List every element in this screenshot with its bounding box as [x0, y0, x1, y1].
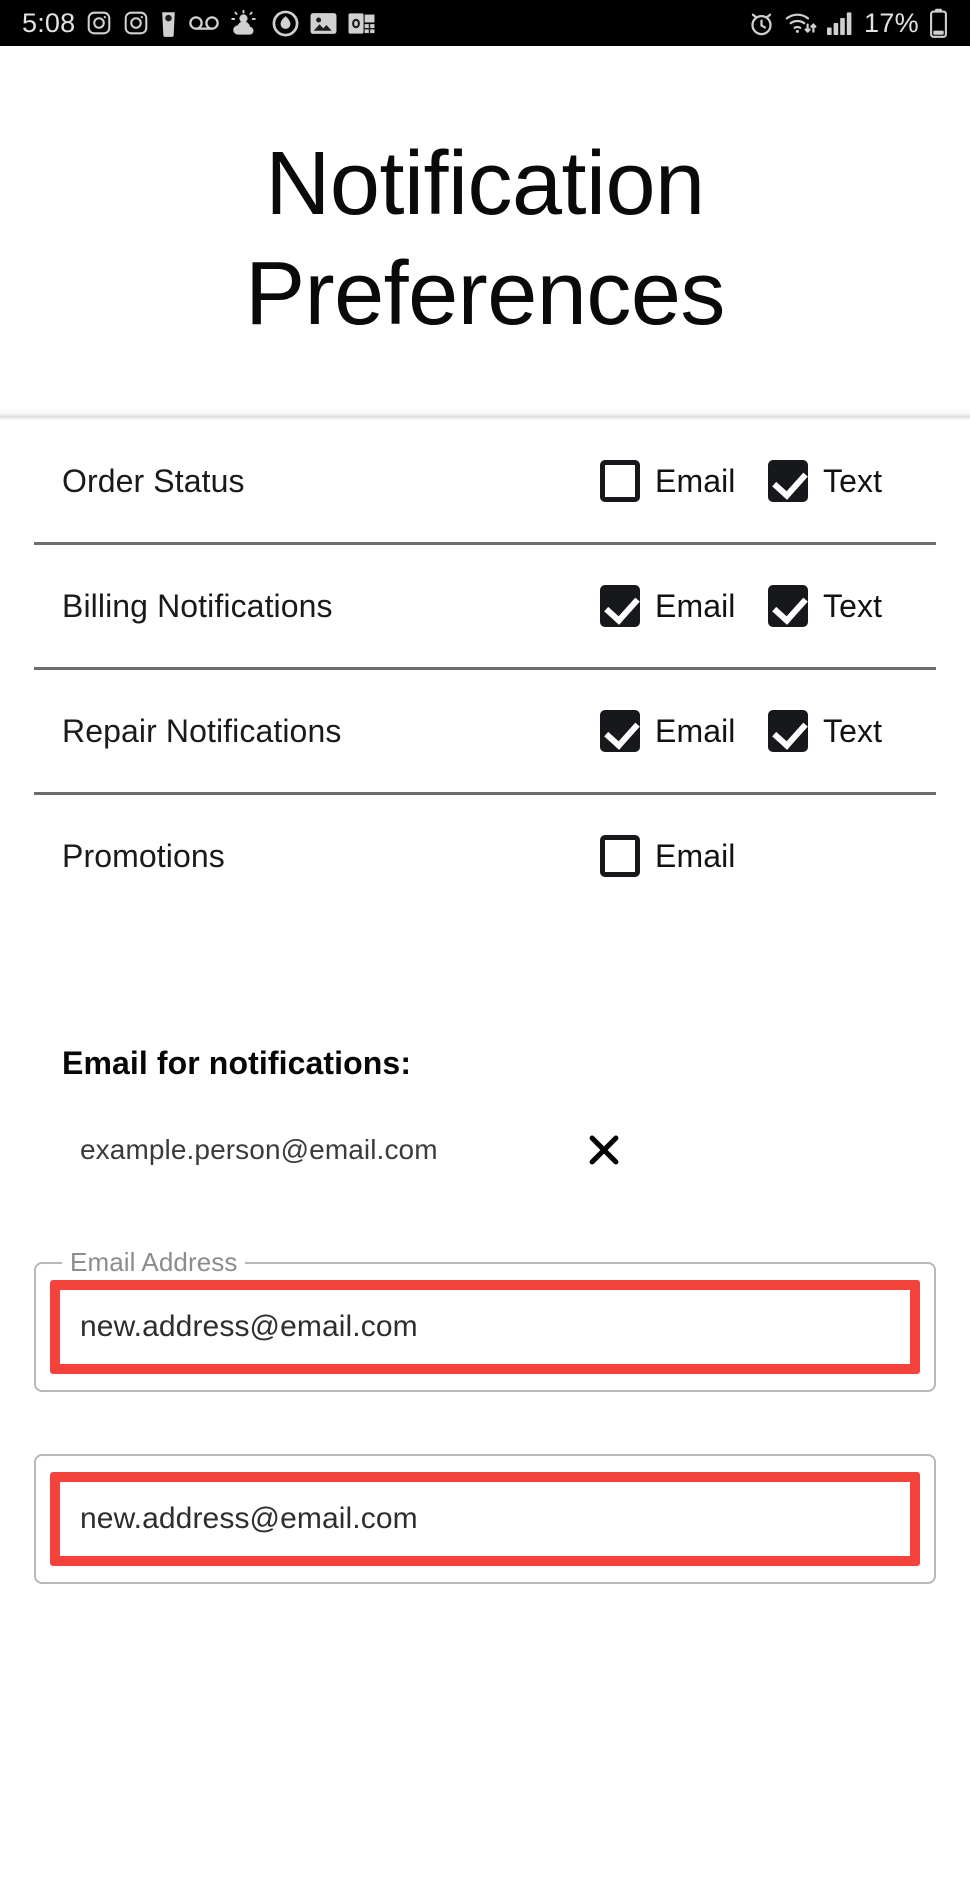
instagram-icon: [123, 10, 149, 36]
email-checkbox[interactable]: [600, 585, 640, 627]
email-checkbox-option[interactable]: Email: [600, 710, 768, 752]
status-bar-right-group: 17%: [748, 8, 948, 39]
alarm-clock-icon: [748, 10, 775, 37]
email-checkbox[interactable]: [600, 710, 640, 752]
battery-percentage-label: 17%: [864, 7, 919, 38]
wifi-data-transfer-icon: [785, 10, 817, 36]
photos-gallery-icon: [310, 11, 337, 36]
secondary-email-field-wrapper[interactable]: new.address@email.com: [34, 1454, 936, 1584]
email-list-item: example.person@email.com: [34, 1082, 936, 1174]
email-for-notifications-section: Email for notifications: example.person@…: [0, 917, 970, 1174]
page-header: Notification Preferences: [0, 46, 970, 420]
text-option-label: Text: [823, 587, 883, 624]
secondary-email-input[interactable]: new.address@email.com: [80, 1502, 418, 1536]
email-checkbox-option[interactable]: Email: [600, 460, 768, 502]
preference-label: Promotions: [62, 837, 225, 874]
preference-options: Email Text: [600, 585, 936, 627]
preference-options: Email: [600, 835, 936, 877]
weather-partly-sunny-icon: [231, 10, 261, 36]
text-option-label: Text: [823, 462, 883, 499]
text-checkbox-option[interactable]: Text: [768, 710, 936, 752]
instagram-icon: [86, 10, 112, 36]
contrast-droplet-icon: [272, 10, 299, 37]
text-checkbox-option[interactable]: Text: [768, 585, 936, 627]
header-divider-shadow: [0, 408, 970, 420]
text-checkbox[interactable]: [768, 710, 808, 752]
email-entry-form: Email Address new.address@email.com new.…: [0, 1247, 970, 1584]
battery-low-icon: [929, 8, 948, 38]
close-x-icon[interactable]: [580, 1126, 628, 1174]
preference-row-promotions: Promotions Email: [0, 795, 970, 917]
text-option-label: Text: [823, 712, 883, 749]
section-heading: Email for notifications:: [62, 1045, 412, 1081]
preference-row-order-status: Order Status Email Text: [0, 420, 970, 542]
preference-options: Email Text: [600, 710, 936, 752]
status-bar-clock: 5:08: [22, 7, 76, 38]
preference-options: Email Text: [600, 460, 936, 502]
preference-label: Order Status: [62, 462, 245, 499]
voicemail-icon: [188, 13, 220, 33]
status-bar-left-group: 5:08: [22, 8, 375, 39]
email-address-field-wrapper[interactable]: Email Address new.address@email.com: [34, 1247, 936, 1392]
preference-label: Billing Notifications: [62, 587, 333, 624]
email-checkbox-option[interactable]: Email: [600, 585, 768, 627]
email-option-label: Email: [655, 462, 736, 499]
preference-label: Repair Notifications: [62, 712, 342, 749]
email-option-label: Email: [655, 837, 736, 874]
text-checkbox[interactable]: [768, 460, 808, 502]
email-checkbox[interactable]: [600, 460, 640, 502]
email-address-field-label: Email Address: [62, 1247, 246, 1278]
cellular-signal-icon: [827, 11, 854, 35]
email-address-value: example.person@email.com: [80, 1134, 438, 1165]
page-title: Notification Preferences: [245, 134, 725, 344]
status-bar: 5:08 17%: [0, 0, 970, 46]
preference-row-billing-notifications: Billing Notifications Email Text: [0, 545, 970, 667]
email-checkbox-option[interactable]: Email: [600, 835, 768, 877]
email-option-label: Email: [655, 712, 736, 749]
email-option-label: Email: [655, 587, 736, 624]
email-address-input[interactable]: new.address@email.com: [80, 1310, 418, 1344]
outlook-icon: [348, 11, 375, 36]
preference-row-repair-notifications: Repair Notifications Email Text: [0, 670, 970, 792]
text-checkbox-option[interactable]: Text: [768, 460, 936, 502]
coffee-cup-icon: [160, 10, 177, 37]
email-checkbox[interactable]: [600, 835, 640, 877]
notification-preferences-list: Order Status Email Text Billing Notifica…: [0, 420, 970, 917]
text-checkbox[interactable]: [768, 585, 808, 627]
